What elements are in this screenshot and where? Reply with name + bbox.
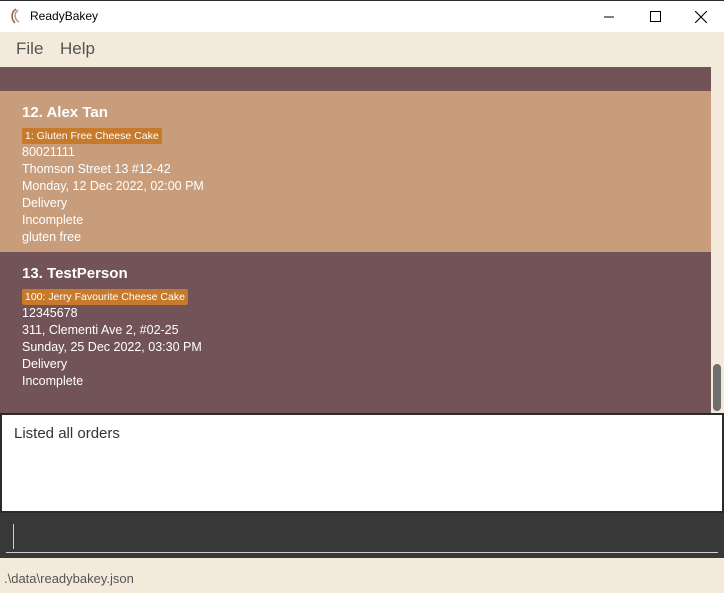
order-datetime: Monday, 12 Dec 2022, 02:00 PM bbox=[22, 179, 204, 193]
order-phone: 12345678 bbox=[22, 306, 78, 320]
command-box bbox=[0, 513, 724, 558]
order-note: gluten free bbox=[22, 230, 82, 244]
order-item-tag: 1: Gluten Free Cheese Cake bbox=[22, 128, 162, 144]
menu-bar: File Help bbox=[0, 32, 724, 67]
order-status: Incomplete bbox=[22, 213, 84, 227]
list-scrollbar-thumb[interactable] bbox=[713, 364, 721, 411]
result-display: Listed all orders bbox=[0, 413, 724, 513]
command-input[interactable] bbox=[6, 521, 718, 553]
order-status: Incomplete bbox=[22, 374, 84, 388]
order-title: 13. TestPerson bbox=[22, 265, 128, 282]
maximize-button[interactable] bbox=[632, 1, 678, 32]
menu-help[interactable]: Help bbox=[60, 39, 95, 59]
title-bar: ReadyBakey bbox=[0, 0, 724, 32]
menu-file[interactable]: File bbox=[16, 39, 43, 59]
order-phone: 80021111 bbox=[22, 145, 75, 159]
minimize-icon bbox=[603, 16, 614, 18]
order-datetime: Sunday, 25 Dec 2022, 03:30 PM bbox=[22, 340, 202, 354]
order-address: 311, Clementi Ave 2, #02-25 bbox=[22, 323, 179, 337]
status-bar: .\data\readybakey.json bbox=[0, 562, 724, 593]
order-delivery-method: Delivery bbox=[22, 357, 68, 371]
order-card[interactable]: 13. TestPerson 100: Jerry Favourite Chee… bbox=[0, 252, 711, 413]
order-address: Thomson Street 13 #12-42 bbox=[22, 162, 171, 176]
window-title: ReadyBakey bbox=[30, 9, 99, 23]
data-file-path: .\data\readybakey.json bbox=[4, 571, 134, 586]
result-message: Listed all orders bbox=[14, 425, 120, 442]
close-icon bbox=[695, 10, 707, 23]
order-card[interactable]: 12. Alex Tan 1: Gluten Free Cheese Cake … bbox=[0, 91, 711, 252]
maximize-icon bbox=[649, 11, 661, 22]
minimize-button[interactable] bbox=[586, 1, 632, 32]
list-scrollbar-track[interactable] bbox=[711, 67, 724, 413]
app-logo-icon bbox=[11, 8, 20, 24]
order-list[interactable]: 12. Alex Tan 1: Gluten Free Cheese Cake … bbox=[0, 67, 711, 413]
order-delivery-method: Delivery bbox=[22, 196, 68, 210]
text-cursor bbox=[13, 524, 14, 549]
order-title: 12. Alex Tan bbox=[22, 104, 108, 121]
order-item-tag: 100: Jerry Favourite Cheese Cake bbox=[22, 289, 188, 305]
close-button[interactable] bbox=[678, 1, 724, 32]
